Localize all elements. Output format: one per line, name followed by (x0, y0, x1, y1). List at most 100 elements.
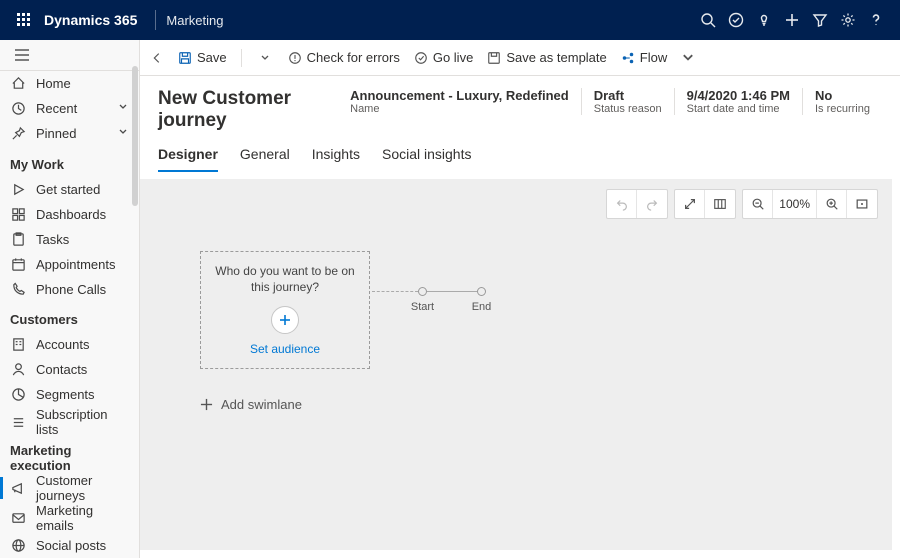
end-node[interactable] (477, 287, 486, 296)
go-live-label: Go live (433, 50, 473, 65)
cmd-separator (241, 49, 242, 67)
list-icon (10, 415, 26, 430)
journey-flow: Start End (372, 287, 486, 296)
sidebar-item-tasks[interactable]: Tasks (0, 227, 139, 252)
save-split-chevron[interactable] (256, 53, 274, 63)
expand-icon[interactable] (675, 190, 705, 218)
app-name[interactable]: Marketing (166, 13, 223, 28)
chevron-down-icon (117, 126, 129, 141)
sidebar-item-label: Social posts (36, 538, 106, 553)
tab-bar: Designer General Insights Social insight… (140, 132, 900, 173)
sidebar-item-customer-journeys[interactable]: Customer journeys (0, 473, 139, 503)
tab-general[interactable]: General (240, 146, 290, 172)
home-icon (10, 76, 26, 91)
check-errors-button[interactable]: Check for errors (288, 50, 400, 65)
sidebar-item-label: Marketing emails (36, 503, 129, 533)
header-field-start-date[interactable]: 9/4/2020 1:46 PMStart date and time (674, 88, 802, 115)
fit-to-screen-button[interactable] (847, 190, 877, 218)
minimap-icon[interactable] (705, 190, 735, 218)
start-node[interactable] (418, 287, 427, 296)
search-icon[interactable] (694, 0, 722, 40)
go-live-button[interactable]: Go live (414, 50, 473, 65)
redo-button[interactable] (637, 190, 667, 218)
building-icon (10, 337, 26, 352)
sidebar-item-marketing-emails[interactable]: Marketing emails (0, 503, 139, 533)
record-header: New Customer journey Announcement - Luxu… (140, 76, 900, 132)
save-label: Save (197, 50, 227, 65)
chevron-down-icon (117, 101, 129, 116)
app-launcher-icon[interactable] (10, 13, 38, 27)
undo-button[interactable] (607, 190, 637, 218)
add-swimlane-label: Add swimlane (221, 397, 302, 412)
help-icon[interactable] (862, 0, 890, 40)
set-audience-link[interactable]: Set audience (250, 342, 320, 356)
phone-icon (10, 282, 26, 297)
brand-name[interactable]: Dynamics 365 (44, 12, 137, 28)
sidebar-item-get-started[interactable]: Get started (0, 177, 139, 202)
lightbulb-icon[interactable] (750, 0, 778, 40)
flow-button[interactable]: Flow (621, 50, 695, 65)
sidebar-item-label: Tasks (36, 232, 69, 247)
play-icon (10, 182, 26, 197)
sidebar-item-phone-calls[interactable]: Phone Calls (0, 277, 139, 302)
check-errors-label: Check for errors (307, 50, 400, 65)
sidebar-item-home[interactable]: Home (0, 71, 139, 96)
plus-icon[interactable] (778, 0, 806, 40)
sidebar-item-label: Recent (36, 101, 77, 116)
clock-icon (10, 101, 26, 116)
back-button[interactable] (150, 51, 164, 65)
add-swimlane-button[interactable]: Add swimlane (200, 397, 302, 412)
tab-insights[interactable]: Insights (312, 146, 360, 172)
clipboard-icon (10, 232, 26, 247)
sidebar-toggle[interactable] (0, 40, 139, 71)
end-label: End (472, 301, 492, 313)
sidebar-item-dashboards[interactable]: Dashboards (0, 202, 139, 227)
zoom-level[interactable]: 100% (773, 190, 817, 218)
sidebar-item-label: Dashboards (36, 207, 106, 222)
command-bar: Save Check for errors Go live Save as te… (140, 40, 900, 76)
tab-designer[interactable]: Designer (158, 146, 218, 172)
sidebar-item-label: Appointments (36, 257, 116, 272)
task-check-icon[interactable] (722, 0, 750, 40)
sidebar-item-segments[interactable]: Segments (0, 382, 139, 407)
sidebar-heading-customers: Customers (0, 308, 139, 333)
sidebar-item-label: Customer journeys (36, 473, 129, 503)
top-separator (155, 10, 156, 30)
audience-question: Who do you want to be on this journey? (209, 264, 361, 295)
sidebar-item-label: Pinned (36, 126, 76, 141)
sidebar-scrollbar[interactable] (132, 66, 138, 206)
sidebar-item-label: Phone Calls (36, 282, 106, 297)
sidebar-item-label: Home (36, 76, 71, 91)
add-audience-button[interactable] (271, 306, 299, 334)
mail-icon (10, 511, 26, 526)
gear-icon[interactable] (834, 0, 862, 40)
zoom-in-button[interactable] (817, 190, 847, 218)
sidebar-item-contacts[interactable]: Contacts (0, 357, 139, 382)
save-button[interactable]: Save (178, 50, 227, 65)
header-field-status[interactable]: DraftStatus reason (581, 88, 674, 115)
designer-canvas[interactable]: 100% Who do you want to be on this journ… (140, 179, 892, 550)
sidebar-item-recent[interactable]: Recent (0, 96, 139, 121)
sidebar-item-social-posts[interactable]: Social posts (0, 533, 139, 558)
sidebar-item-appointments[interactable]: Appointments (0, 252, 139, 277)
save-as-template-button[interactable]: Save as template (487, 50, 606, 65)
start-label: Start (411, 301, 434, 313)
sidebar-item-accounts[interactable]: Accounts (0, 332, 139, 357)
audience-tile[interactable]: Who do you want to be on this journey? S… (200, 251, 370, 369)
sidebar-item-label: Segments (36, 387, 95, 402)
filter-icon[interactable] (806, 0, 834, 40)
page-title: New Customer journey (158, 88, 350, 132)
header-field-name[interactable]: Announcement - Luxury, RedefinedName (350, 88, 581, 115)
sidebar-heading-execution: Marketing execution (0, 443, 139, 473)
sidebar-item-label: Accounts (36, 337, 89, 352)
sidebar-item-subscription-lists[interactable]: Subscription lists (0, 407, 139, 437)
sidebar-item-pinned[interactable]: Pinned (0, 121, 139, 146)
segment-icon (10, 387, 26, 402)
header-field-recurring[interactable]: NoIs recurring (802, 88, 882, 115)
calendar-icon (10, 257, 26, 272)
tab-social-insights[interactable]: Social insights (382, 146, 472, 172)
canvas-toolbar: 100% (606, 189, 878, 219)
zoom-out-button[interactable] (743, 190, 773, 218)
megaphone-icon (10, 481, 26, 496)
sidebar-item-label: Contacts (36, 362, 87, 377)
